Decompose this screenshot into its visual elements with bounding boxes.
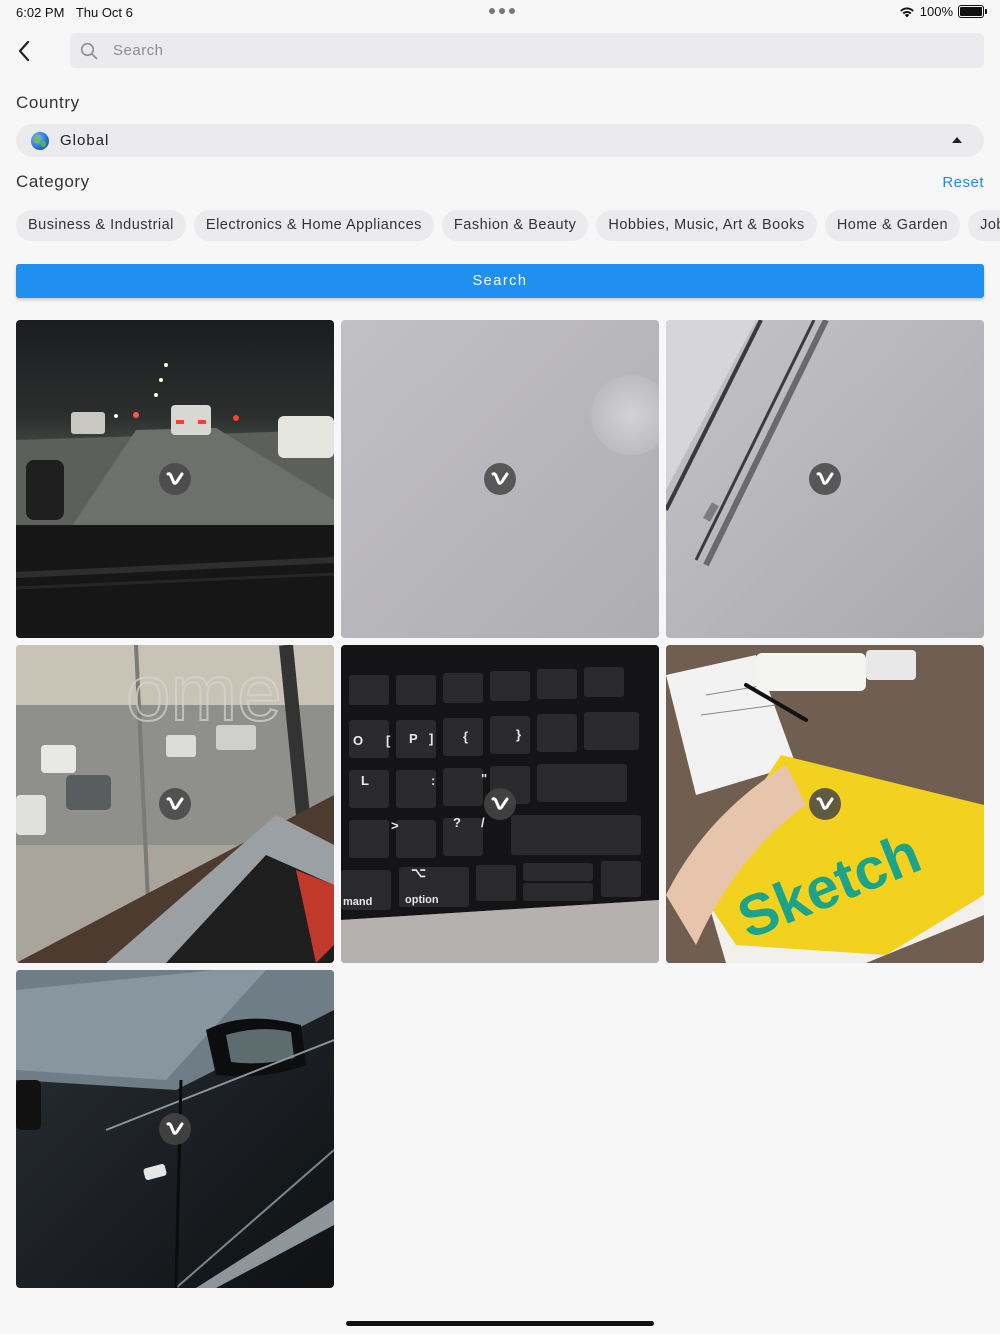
vimeo-v-icon <box>484 788 516 820</box>
country-label: Country <box>16 93 80 112</box>
vimeo-v-icon <box>809 788 841 820</box>
svg-text:>: > <box>391 818 399 833</box>
category-chips: Business & Industrial Electronics & Home… <box>16 210 1000 241</box>
svg-text:}: } <box>516 727 521 742</box>
media-tile-keyboard[interactable]: O [ P] {} L: " >? / ⌥ mand option <box>341 645 659 963</box>
back-button[interactable] <box>10 36 38 66</box>
svg-text:L: L <box>361 773 369 788</box>
category-chip-electronics-home-appliances[interactable]: Electronics & Home Appliances <box>193 210 434 241</box>
media-tile-window-view[interactable]: ome <box>16 645 334 963</box>
caret-up-icon <box>952 137 962 143</box>
category-chip-jobs[interactable]: Jobs <box>968 210 1000 241</box>
svg-text:{: { <box>463 729 468 744</box>
status-bar: 6:02 PM Thu Oct 6 100% <box>0 0 1000 24</box>
reset-link[interactable]: Reset <box>942 174 984 191</box>
svg-text:ome: ome <box>126 648 282 737</box>
chevron-left-icon <box>18 40 30 62</box>
category-label: Category <box>16 172 90 191</box>
vimeo-v-icon <box>159 788 191 820</box>
search-input[interactable] <box>113 42 933 59</box>
svg-text::: : <box>431 773 435 788</box>
status-time: 6:02 PM <box>16 5 65 20</box>
svg-text:⌥: ⌥ <box>411 865 426 880</box>
svg-text:]: ] <box>429 731 433 746</box>
svg-text:P: P <box>409 731 418 746</box>
multitasking-dots-icon[interactable] <box>489 8 515 14</box>
vimeo-v-icon <box>159 463 191 495</box>
wifi-icon <box>899 6 914 17</box>
search-bar[interactable] <box>70 33 984 68</box>
svg-text:O: O <box>353 733 363 748</box>
globe-icon <box>31 131 49 150</box>
category-chip-fashion-beauty[interactable]: Fashion & Beauty <box>441 210 589 241</box>
category-chip-business-industrial[interactable]: Business & Industrial <box>16 210 186 241</box>
search-button[interactable]: Search <box>16 264 984 298</box>
svg-text:": " <box>481 771 487 786</box>
vimeo-v-icon <box>159 1113 191 1145</box>
svg-text:?: ? <box>453 815 461 830</box>
media-tile-grey-ceiling[interactable] <box>341 320 659 638</box>
vimeo-v-icon <box>809 463 841 495</box>
status-date: Thu Oct 6 <box>75 5 133 20</box>
svg-text:[: [ <box>386 733 391 748</box>
svg-text:/: / <box>481 815 485 830</box>
vimeo-v-icon <box>484 463 516 495</box>
media-tile-wall-trim[interactable] <box>666 320 984 638</box>
home-indicator[interactable] <box>346 1321 654 1326</box>
category-chip-hobbies-music-art-books[interactable]: Hobbies, Music, Art & Books <box>596 210 817 241</box>
keyboard-key-label: mand <box>343 896 372 908</box>
battery-percent: 100% <box>919 4 953 19</box>
search-icon <box>79 41 99 61</box>
media-tile-black-car[interactable] <box>16 970 334 1288</box>
country-dropdown[interactable]: Global <box>16 124 984 157</box>
keyboard-key-label: option <box>405 894 439 906</box>
country-value: Global <box>60 132 110 149</box>
category-chip-home-garden[interactable]: Home & Garden <box>824 210 961 241</box>
media-tile-sketch-notebook[interactable]: Sketch <box>666 645 984 963</box>
media-tile-night-highway[interactable] <box>16 320 334 638</box>
battery-icon <box>958 5 987 18</box>
